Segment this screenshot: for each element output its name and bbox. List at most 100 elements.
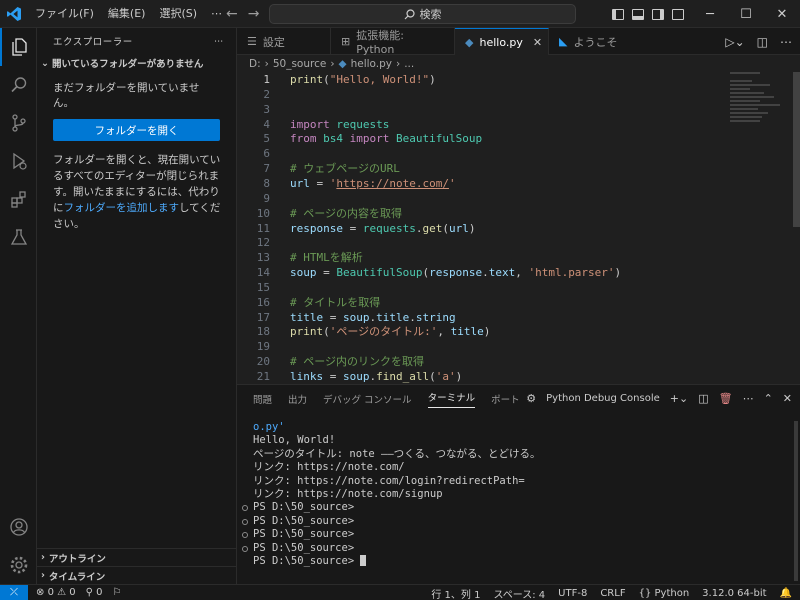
trash-icon[interactable]: 🗑 [719, 392, 733, 405]
code-line[interactable]: 8 url = 'https://note.com/' [237, 176, 717, 191]
run-debug-icon[interactable] [0, 142, 37, 180]
code-line[interactable]: 3 [237, 102, 717, 117]
code-line[interactable]: 4 import requests [237, 117, 717, 132]
code-line[interactable]: 9 [237, 191, 717, 206]
remote-indicator-icon[interactable]: ⤫ [0, 584, 28, 600]
account-icon[interactable] [0, 508, 37, 546]
code-line[interactable]: 15 [237, 280, 717, 295]
tab-terminal[interactable]: ターミナル [427, 390, 476, 408]
end-of-line[interactable]: CRLF [600, 588, 625, 599]
testing-flask-icon[interactable] [0, 218, 37, 256]
code-line[interactable]: 7 # ウェブページのURL [237, 161, 717, 176]
outline-section[interactable]: › アウトライン [37, 548, 237, 566]
code-line[interactable]: 12 [237, 235, 717, 250]
code-line[interactable]: 10 # ページの内容を取得 [237, 206, 717, 221]
add-folder-link[interactable]: フォルダーを追加します [64, 202, 180, 214]
code-line[interactable]: 18 print('ページのタイトル:', title) [237, 324, 717, 339]
more-actions-icon[interactable]: ⋯ [743, 392, 754, 405]
explorer-icon[interactable] [0, 28, 37, 66]
split-terminal-icon[interactable]: ◫ [698, 392, 708, 405]
search-icon[interactable] [0, 66, 37, 104]
code-line[interactable]: 5 from bs4 import BeautifulSoup [237, 131, 717, 146]
split-editor-icon[interactable]: ◫ [757, 35, 768, 49]
extensions-icon[interactable] [0, 180, 37, 218]
tab-welcome[interactable]: ◣ ようこそ [549, 28, 627, 55]
code-line[interactable]: 21 links = soup.find_all('a') [237, 369, 717, 384]
tab-label: hello.py [479, 35, 523, 49]
chevron-up-icon[interactable]: ⌃ [764, 392, 773, 405]
manage-gear-icon[interactable] [0, 546, 37, 584]
language-mode[interactable]: {} Python [639, 588, 690, 599]
code-line[interactable]: 13 # HTMLを解析 [237, 250, 717, 265]
command-center-search[interactable]: 検索 [269, 4, 576, 24]
ports-status[interactable]: ⚲ 0 [86, 587, 103, 598]
no-folder-section-header[interactable]: ⌄ 開いているフォルダーがありません [37, 54, 236, 72]
code-line[interactable]: 11 response = requests.get(url) [237, 221, 717, 236]
command-decoration-icon[interactable] [242, 545, 248, 552]
toggle-panel-icon[interactable] [632, 8, 644, 20]
maximize-icon[interactable]: ☐ [728, 0, 764, 28]
toggle-secondary-sidebar-icon[interactable] [652, 8, 664, 20]
ports-count: 0 [96, 587, 103, 598]
customize-layout-icon[interactable] [672, 8, 684, 20]
tab-extension-python[interactable]: ⊞ 拡張機能: Python [331, 28, 455, 56]
minimize-icon[interactable]: ─ [692, 0, 728, 28]
forward-arrow-icon[interactable]: → [248, 6, 260, 22]
source-control-icon[interactable] [0, 104, 37, 142]
tab-hello-py[interactable]: ◆ hello.py ✕ [455, 28, 549, 55]
more-actions-icon[interactable]: ⋯ [780, 35, 792, 49]
indentation[interactable]: スペース: 4 [493, 586, 545, 600]
notifications-bell-icon[interactable]: 🔔 [780, 588, 792, 599]
tab-output[interactable]: 出力 [288, 392, 307, 406]
code-line[interactable]: 17 title = soup.title.string [237, 310, 717, 325]
editor-scrollbar[interactable] [793, 72, 800, 227]
code-line[interactable]: 16 # タイトルを取得 [237, 295, 717, 310]
minimap[interactable] [730, 72, 786, 132]
toggle-primary-sidebar-icon[interactable] [612, 8, 624, 20]
line-number: 7 [263, 162, 270, 176]
encoding[interactable]: UTF-8 [558, 588, 587, 599]
code-editor[interactable]: 1 print("Hello, World!") 2 3 4 import request… [237, 72, 800, 384]
more-actions-icon[interactable]: ⋯ [214, 36, 224, 47]
tab-settings[interactable]: ☰ 設定 [237, 28, 331, 55]
timeline-section[interactable]: › タイムライン [37, 566, 237, 584]
run-python-file-icon[interactable]: ▷⌄ [725, 35, 744, 49]
terminal-text: PS D:\50_source> [253, 528, 355, 541]
open-folder-button[interactable]: フォルダーを開く [53, 119, 220, 141]
code-line[interactable]: 2 [237, 87, 717, 102]
breadcrumb-file[interactable]: hello.py [351, 58, 392, 70]
tab-debug-console[interactable]: デバッグ コンソール [323, 392, 412, 406]
menu-edit[interactable]: 編集(E) [101, 0, 153, 28]
chevron-right-icon: › [330, 57, 335, 70]
close-panel-icon[interactable]: ✕ [783, 392, 792, 405]
python-interpreter[interactable]: 3.12.0 64-bit [702, 588, 766, 599]
breadcrumb-folder[interactable]: 50_source [273, 58, 326, 70]
title-bar: ファイル(F) 編集(E) 選択(S) ⋯ ← → 検索 ─ ☐ ✕ [0, 0, 800, 28]
terminal-name[interactable]: Python Debug Console [546, 393, 660, 404]
line-code: print("Hello, World!") [290, 73, 436, 86]
new-terminal-icon[interactable]: +⌄ [670, 392, 688, 405]
back-arrow-icon[interactable]: ← [226, 6, 238, 22]
tab-problems[interactable]: 問題 [253, 392, 272, 406]
debug-status-icon[interactable]: ⚐ [113, 587, 122, 598]
breadcrumb-more[interactable]: ... [404, 58, 414, 70]
explorer-header: エクスプローラー ⋯ [37, 28, 236, 54]
close-icon[interactable]: ✕ [764, 0, 800, 28]
command-decoration-icon[interactable] [242, 505, 248, 512]
menu-file[interactable]: ファイル(F) [28, 0, 101, 28]
breadcrumb-drive[interactable]: D: [249, 58, 261, 70]
command-decoration-icon[interactable] [242, 532, 248, 539]
code-line[interactable]: 14 soup = BeautifulSoup(response.text, 'h… [237, 265, 717, 280]
close-tab-icon[interactable]: ✕ [533, 36, 542, 49]
cursor-position[interactable]: 行 1、列 1 [431, 586, 480, 600]
code-line[interactable]: 19 [237, 339, 717, 354]
terminal-scrollbar[interactable] [794, 421, 798, 581]
terminal-output[interactable]: o.py' Hello, World! ページのタイトル: note ――つくる、つ… [237, 421, 792, 568]
code-line[interactable]: 1 print("Hello, World!") [237, 72, 717, 87]
menu-selection[interactable]: 選択(S) [152, 0, 204, 28]
problems-status[interactable]: ⊗ 0 ⚠ 0 [36, 587, 76, 598]
code-line[interactable]: 6 [237, 146, 717, 161]
code-line[interactable]: 20 # ページ内のリンクを取得 [237, 354, 717, 369]
command-decoration-icon[interactable] [242, 518, 248, 525]
tab-ports[interactable]: ポート [491, 392, 520, 406]
